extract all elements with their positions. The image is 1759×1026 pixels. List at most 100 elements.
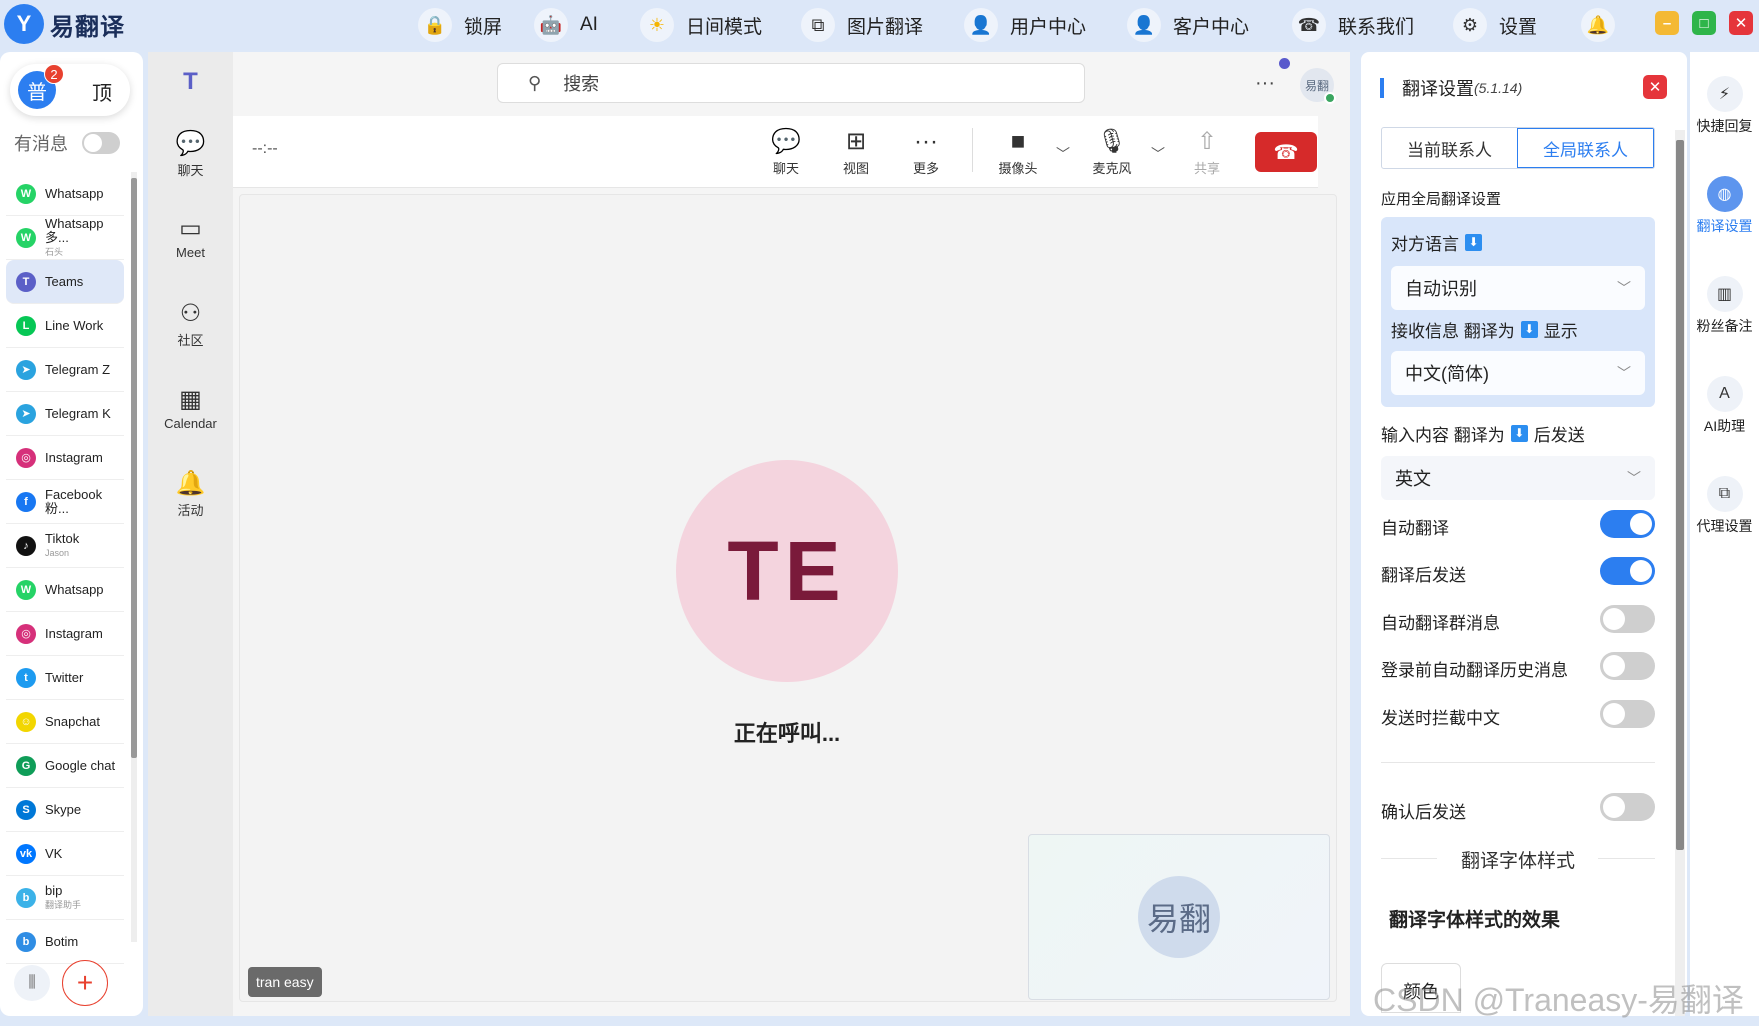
more-button[interactable]: ··· 更多 [896,126,956,177]
confirm-send-toggle[interactable] [1600,793,1655,821]
sidebar-item-tiktok[interactable]: ♪ Tiktok Jason [6,524,124,568]
quick-reply-icon: ⚡ [1706,76,1743,112]
rail-quick-reply[interactable]: ⚡ 快捷回复 [1690,76,1759,136]
add-app-button[interactable]: + [62,960,108,1006]
translate-history-toggle[interactable] [1600,652,1655,680]
app-list-scrollbar[interactable] [131,172,137,942]
app-icon: b [16,931,36,952]
ai-assistant-icon: A [1706,376,1743,412]
maximize-button[interactable]: □ [1692,11,1716,35]
sidebar-item-vk[interactable]: vk VK [6,832,124,876]
image-translate-icon: ⧉ [801,8,835,42]
app-name: Whatsapp [45,185,104,201]
day-mode-button[interactable]: ☀ 日间模式 [640,6,762,44]
app-name: Facebook 粉... [45,486,103,516]
sidebar-item-whatsapp[interactable]: W Whatsapp 多... 石头 [6,216,124,260]
app-list: W Whatsapp W Whatsapp 多... 石头 T Teams L Line Wor… [6,172,124,964]
auto-translate-group-toggle[interactable] [1600,605,1655,633]
settings-scrollbar[interactable] [1675,130,1685,1016]
version-label: (5.1.14) [1474,80,1523,96]
rail-calendar[interactable]: ▦ Calendar [148,384,233,431]
profile-avatar[interactable]: 易翻 [1300,68,1336,104]
notifications-button[interactable]: 🔔 [1581,6,1627,44]
auto-translate-label: 自动翻译 [1381,519,1449,538]
rail-meet[interactable]: ▭ Meet [148,213,233,260]
has-message-toggle[interactable] [82,132,120,154]
minimize-button[interactable]: – [1655,11,1679,35]
view-button[interactable]: ⊞ 视图 [826,126,886,177]
unread-badge: 2 [44,64,64,84]
close-window-button[interactable]: ✕ [1729,11,1753,35]
input-language-select[interactable]: 英文 ﹀ [1381,456,1655,500]
rail-activity[interactable]: 🔔 活动 [148,468,233,519]
download-arrow-icon: ⬇ [1520,321,1538,338]
font-style-preview: 翻译字体样式的效果 [1389,910,1561,931]
settings-button[interactable]: ⚙ 设置 [1453,6,1537,44]
chat-icon: 💬 [771,128,801,155]
sidebar-item-twitter[interactable]: t Twitter [6,656,124,700]
sidebar-item-facebook[interactable]: f Facebook 粉... [6,480,124,524]
app-icon: b [16,887,36,908]
pin-top-pill[interactable]: 普 2 顶 [10,64,130,116]
sidebar-item-bip[interactable]: b bip 翻译助手 [6,876,124,920]
calendar-icon: ▦ [179,386,202,413]
microphone-button[interactable]: 🎙 麦克风 [1082,126,1142,177]
app-icon: W [16,579,36,600]
sidebar-item-whatsapp[interactable]: W Whatsapp [6,568,124,612]
sidebar-item-whatsapp[interactable]: W Whatsapp [6,172,124,216]
rail-chat[interactable]: 💬 聊天 [148,128,233,179]
app-name: bip [45,882,63,898]
sidebar-item-telegram-k[interactable]: ➤ Telegram K [6,392,124,436]
app-icon: ➤ [16,403,36,424]
globe-icon: ◍ [1706,176,1743,212]
app-name: Skype [45,801,82,817]
camera-options-chevron-icon[interactable]: ﹀ [1056,144,1070,164]
logo-mark: Y [4,4,44,44]
rail-translate-settings[interactable]: ◍ 翻译设置 [1690,176,1759,236]
font-style-section-title: 翻译字体样式 [1460,851,1575,872]
contact-us-button[interactable]: ☎ 联系我们 [1292,6,1414,44]
call-chat-button[interactable]: 💬 聊天 [756,126,816,177]
sidebar-item-google-chat[interactable]: G Google chat [6,744,124,788]
collapse-sidebar-button[interactable]: ⫼ [14,965,50,1001]
image-translate-button[interactable]: ⧉ 图片翻译 [801,6,923,44]
pin-top-label: 顶 [92,83,112,105]
target-language-select[interactable]: 自动识别 ﹀ [1391,266,1645,310]
rail-community[interactable]: ⚇ 社区 [148,298,233,349]
hang-up-button[interactable]: ☎ [1255,132,1317,172]
customer-icon: 👤 [1127,8,1161,42]
rail-fan-notes[interactable]: ▥ 粉丝备注 [1690,276,1759,336]
lock-screen-button[interactable]: 🔒 锁屏 [418,6,502,44]
share-button[interactable]: ⇧ 共享 [1177,126,1237,177]
rail-ai-assistant[interactable]: A AI助理 [1690,376,1759,436]
send-after-translate-toggle[interactable] [1600,557,1655,585]
auto-translate-toggle[interactable] [1600,510,1655,538]
sidebar-item-telegram-z[interactable]: ➤ Telegram Z [6,348,124,392]
sidebar-item-line-work[interactable]: L Line Work [6,304,124,348]
app-icon: ➤ [16,359,36,380]
receive-language-select[interactable]: 中文(简体) ﹀ [1391,351,1645,395]
translate-history-label: 登录前自动翻译历史消息 [1381,661,1568,680]
sidebar-item-teams[interactable]: T Teams [6,260,124,304]
sidebar-item-instagram[interactable]: ◎ Instagram [6,612,124,656]
sidebar-item-snapchat[interactable]: ☺ Snapchat [6,700,124,744]
send-after-translate-label: 翻译后发送 [1381,566,1466,585]
customer-center-button[interactable]: 👤 客户中心 [1127,6,1249,44]
rail-proxy-settings[interactable]: ⧉ 代理设置 [1690,476,1759,536]
close-panel-button[interactable]: ✕ [1643,75,1667,99]
tab-global-contacts[interactable]: 全局联系人 [1517,128,1654,168]
more-options-icon[interactable]: ··· [1255,72,1275,95]
sidebar-item-skype[interactable]: S Skype [6,788,124,832]
apply-global-label: 应用全局翻译设置 [1381,191,1502,208]
block-chinese-toggle[interactable] [1600,700,1655,728]
tab-current-contact[interactable]: 当前联系人 [1382,128,1517,168]
sidebar-item-botim[interactable]: b Botim [6,920,124,964]
app-name: 易翻译 [50,13,125,41]
camera-button[interactable]: ■ 摄像头 [988,126,1048,177]
user-center-button[interactable]: 👤 用户中心 [964,6,1086,44]
ai-button[interactable]: 🤖 AI [534,6,598,44]
mic-options-chevron-icon[interactable]: ﹀ [1151,144,1165,164]
sidebar-item-instagram[interactable]: ◎ Instagram [6,436,124,480]
search-input[interactable]: ⚲ 搜索 [497,63,1085,103]
online-status-indicator [1324,92,1336,104]
